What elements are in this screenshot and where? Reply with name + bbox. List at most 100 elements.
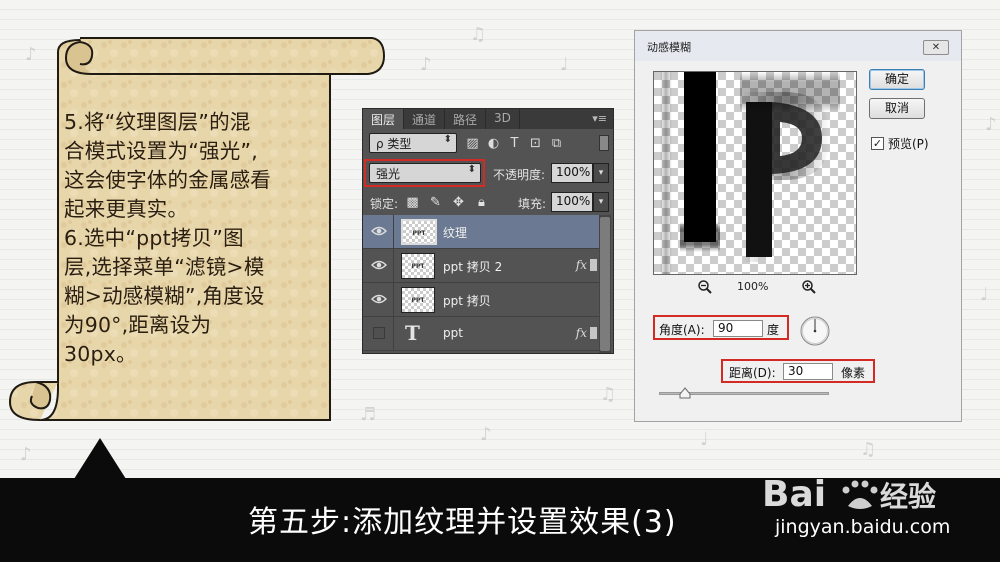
instruction-line: 为90°,距离设为 [64, 313, 212, 337]
svg-text:♩: ♩ [700, 429, 709, 450]
distance-slider-thumb[interactable] [679, 387, 691, 399]
instruction-text: 5.将“纹理图层”的混 合模式设置为“强光”, 这会使字体的金属感看 起来更真实… [64, 108, 326, 369]
panel-tabs: 图层 通道 路径 3D ▾≡ [363, 109, 613, 129]
filter-preview[interactable] [653, 71, 857, 275]
instruction-line: 糊>动感模糊”,角度设 [64, 284, 265, 308]
watermark-logo-suffix: 经验 [880, 480, 936, 513]
fx-effects-icon[interactable]: fx [576, 326, 587, 340]
dialog-title: 动感模糊 [647, 41, 691, 54]
pixel-filter-icon[interactable]: ▨ [465, 136, 480, 151]
lock-label: 锁定: [370, 197, 399, 211]
svg-text:♪: ♪ [480, 424, 492, 445]
preview-checkbox-row[interactable]: ✓ 预览(P) [871, 135, 929, 152]
svg-text:♪: ♪ [420, 54, 432, 75]
visibility-divider [393, 215, 394, 249]
visibility-toggle-empty[interactable] [373, 327, 385, 339]
preview-checkbox[interactable]: ✓ [871, 137, 884, 150]
close-icon[interactable]: ✕ [923, 40, 949, 55]
opacity-label: 不透明度: [493, 168, 546, 182]
opacity-dropdown-button[interactable]: ▾ [593, 163, 609, 183]
distance-input[interactable]: 30 [783, 363, 833, 380]
layer-name[interactable]: ppt 拷贝 [443, 292, 491, 309]
angle-label: 角度(A): [659, 323, 705, 337]
filter-row: ρ 类型 ⬍ ▨ ◐ T ⊡ ⧉ [363, 133, 613, 155]
fx-effects-icon[interactable]: fx [576, 258, 587, 272]
expand-effects-arrow-icon[interactable] [590, 259, 597, 271]
fill-label: 填充: [518, 197, 547, 211]
paw-icon [842, 480, 878, 509]
panel-menu-icon[interactable]: ▾≡ [592, 112, 607, 125]
preview-image [654, 72, 856, 274]
layer-row-ppt[interactable]: T ppt fx [363, 317, 599, 351]
instruction-line: 层,选择菜单“滤镜>模 [64, 255, 265, 279]
svg-text:♩: ♩ [560, 54, 569, 75]
layer-row-texture[interactable]: PPT 纹理 [363, 215, 599, 249]
zoom-in-icon[interactable] [801, 279, 817, 295]
eye-icon[interactable] [371, 257, 387, 273]
lock-paint-brush-icon[interactable]: ✎ [428, 195, 443, 210]
angle-input[interactable]: 90 [713, 320, 763, 337]
watermark-logo-text: Bai [762, 474, 826, 515]
ok-button[interactable]: 确定 [869, 69, 925, 90]
layer-name[interactable]: ppt [443, 326, 463, 340]
zoom-out-icon[interactable] [697, 279, 713, 295]
step-caption: 第五步:添加纹理并设置效果(3) [248, 505, 677, 540]
lock-all-padlock-icon[interactable]: 🔒︎ [474, 195, 489, 210]
cancel-button[interactable]: 取消 [869, 98, 925, 119]
layer-thumbnail: PPT [401, 253, 435, 279]
blend-mode-select[interactable]: 强光 ⬍ [369, 163, 481, 183]
visibility-divider [393, 249, 394, 283]
tab-channels[interactable]: 通道 [404, 109, 446, 129]
blend-mode-value: 强光 [376, 167, 401, 181]
layer-row-ppt-copy[interactable]: PPT ppt 拷贝 [363, 283, 599, 317]
instruction-line: 6.选中“ppt拷贝”图 [64, 226, 244, 250]
lock-transparent-icon[interactable]: ▩ [405, 195, 420, 210]
layer-name[interactable]: ppt 拷贝 2 [443, 258, 502, 275]
filter-icons: ▨ ◐ T ⊡ ⧉ [465, 136, 564, 151]
layer-list-scrollbar[interactable] [599, 215, 611, 353]
expand-effects-arrow-icon[interactable] [590, 327, 597, 339]
eye-icon[interactable] [371, 223, 387, 239]
eye-icon[interactable] [371, 291, 387, 307]
dialog-titlebar: 动感模糊 ✕ [635, 31, 961, 61]
adjustment-filter-icon[interactable]: ◐ [486, 136, 501, 151]
type-filter-icon[interactable]: T [507, 136, 522, 151]
updown-arrow-icon: ⬍ [467, 164, 476, 175]
layer-name[interactable]: 纹理 [443, 224, 467, 241]
svg-text:♫: ♫ [860, 439, 876, 460]
blend-row: 强光 ⬍ 不透明度: 100% ▾ [363, 163, 613, 185]
tab-3d[interactable]: 3D [486, 109, 520, 129]
visibility-divider [393, 283, 394, 317]
opacity-input[interactable]: 100% [551, 163, 593, 183]
layer-thumbnail: PPT [401, 219, 437, 245]
layer-row-ppt-copy-2[interactable]: PPT ppt 拷贝 2 fx [363, 249, 599, 283]
instruction-line: 合模式设置为“强光”, [64, 139, 258, 163]
scroll-pointer-triangle [74, 438, 126, 479]
svg-text:♩: ♩ [980, 284, 989, 305]
updown-arrow-icon: ⬍ [443, 134, 452, 145]
tab-paths[interactable]: 路径 [445, 109, 487, 129]
instruction-line: 起来更真实。 [64, 197, 189, 221]
baidu-jingyan-watermark: Bai 经验 [762, 474, 936, 515]
fill-input[interactable]: 100% [551, 192, 593, 212]
tab-layers[interactable]: 图层 [363, 109, 405, 129]
distance-unit: 像素 [841, 366, 866, 380]
fill-dropdown-button[interactable]: ▾ [593, 192, 609, 212]
angle-dial-icon[interactable] [799, 315, 831, 347]
instruction-line: 这会使字体的金属感看 [64, 168, 271, 192]
angle-unit: 度 [767, 323, 780, 337]
scrollbar-thumb[interactable] [600, 217, 610, 351]
parchment-scroll: 5.将“纹理图层”的混 合模式设置为“强光”, 这会使字体的金属感看 起来更真实… [0, 0, 400, 478]
visibility-divider [393, 317, 394, 351]
filter-kind-label: ρ 类型 [376, 137, 412, 151]
shape-filter-icon[interactable]: ⊡ [528, 136, 543, 151]
lock-row: 锁定: ▩ ✎ ✥ 🔒︎ 填充: 100% ▾ [363, 192, 613, 214]
filter-toggle-switch[interactable] [599, 135, 609, 151]
svg-text:♪: ♪ [985, 114, 997, 135]
filter-kind-select[interactable]: ρ 类型 ⬍ [369, 133, 457, 153]
lock-position-move-icon[interactable]: ✥ [451, 195, 466, 210]
zoom-level: 100% [737, 280, 769, 293]
svg-text:♫: ♫ [470, 24, 486, 45]
smart-object-filter-icon[interactable]: ⧉ [549, 136, 564, 151]
preview-label: 预览(P) [888, 137, 929, 151]
